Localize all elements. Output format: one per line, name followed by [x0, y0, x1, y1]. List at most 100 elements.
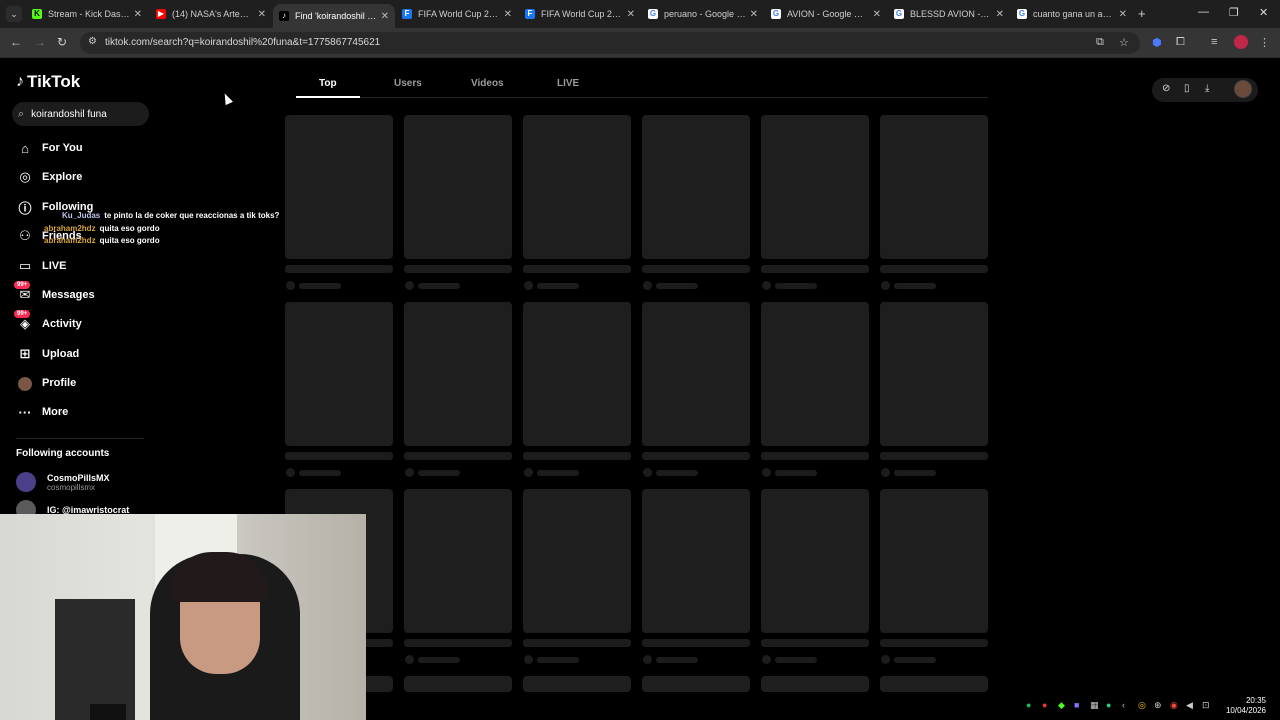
extensions-puzzle-icon[interactable]: ⧠: [1176, 36, 1185, 49]
coin-icon[interactable]: ⊘: [1162, 83, 1170, 94]
restore-icon[interactable]: ❐: [1229, 6, 1239, 19]
phone-icon[interactable]: ▯: [1184, 83, 1190, 94]
nav-more[interactable]: ··· More: [16, 403, 69, 421]
browser-profile-avatar[interactable]: [1234, 35, 1248, 49]
browser-tab-active[interactable]: ♪ Find 'koirandoshil fun ✕: [273, 4, 395, 28]
avatar-placeholder: [405, 468, 414, 477]
chevron-up-icon[interactable]: ‹: [1122, 700, 1125, 710]
close-tab-icon[interactable]: ✕: [627, 9, 635, 20]
search-box[interactable]: ⌕: [12, 102, 149, 126]
close-tab-icon[interactable]: ✕: [504, 9, 512, 20]
close-tab-icon[interactable]: ✕: [258, 9, 266, 20]
address-bar[interactable]: ⚙ tiktok.com/search?q=koirandoshil%20fun…: [80, 32, 1140, 54]
search-input[interactable]: [31, 108, 137, 120]
nav-profile[interactable]: Profile: [16, 374, 76, 392]
tab-videos[interactable]: Videos: [471, 78, 504, 89]
volume-icon[interactable]: ◀: [1186, 700, 1193, 711]
close-tab-icon[interactable]: ✕: [134, 9, 142, 20]
video-card-placeholder[interactable]: [642, 115, 750, 259]
home-icon: ⌂: [21, 140, 29, 156]
download-icon[interactable]: ⤓: [1205, 83, 1209, 94]
video-card-placeholder[interactable]: [404, 676, 512, 692]
video-card-placeholder[interactable]: [761, 489, 869, 633]
video-card-placeholder[interactable]: [880, 489, 988, 633]
nav-activity[interactable]: ◈ 99+ Activity: [14, 310, 82, 333]
close-tab-icon[interactable]: ✕: [750, 9, 758, 20]
minimize-icon[interactable]: —: [1198, 6, 1209, 18]
video-card-placeholder[interactable]: [285, 302, 393, 446]
close-tab-icon[interactable]: ✕: [381, 11, 389, 22]
video-card-placeholder[interactable]: [523, 115, 631, 259]
browser-tab[interactable]: F FIFA World Cup 2026 ✕: [396, 4, 518, 24]
video-card-placeholder[interactable]: [880, 115, 988, 259]
video-card-placeholder[interactable]: [404, 115, 512, 259]
system-clock[interactable]: 20:35 10/04/2026: [1226, 696, 1266, 716]
browser-tab[interactable]: G cuanto gana un adm ✕: [1011, 4, 1133, 24]
network-icon[interactable]: ⊡: [1202, 700, 1210, 711]
video-card-placeholder[interactable]: [761, 302, 869, 446]
video-card-placeholder[interactable]: [523, 302, 631, 446]
tiktok-logo[interactable]: ♪ TikTok: [16, 72, 80, 92]
app-icon[interactable]: ●: [1042, 700, 1047, 710]
tab-search-button[interactable]: ⌄: [6, 6, 22, 22]
browser-tab[interactable]: G AVION - Google Sear ✕: [765, 4, 887, 24]
browser-menu-icon[interactable]: ⋮: [1259, 36, 1270, 49]
tab-top[interactable]: Top: [319, 78, 337, 89]
video-card-placeholder[interactable]: [523, 676, 631, 692]
nav-for-you[interactable]: ⌂ For You: [16, 139, 82, 157]
tab-title: peruano - Google Se: [664, 9, 746, 19]
url-text[interactable]: tiktok.com/search?q=koirandoshil%20funa&…: [105, 37, 380, 48]
discord-icon[interactable]: ■: [1074, 700, 1079, 710]
video-card-placeholder[interactable]: [404, 489, 512, 633]
tray-icon[interactable]: ◉: [1170, 700, 1178, 711]
kick-tray-icon[interactable]: ◆: [1058, 700, 1065, 711]
video-card-placeholder[interactable]: [404, 302, 512, 446]
browser-tab[interactable]: K Stream - Kick Dashbo ✕: [26, 4, 148, 24]
tray-icon[interactable]: ▦: [1090, 700, 1099, 711]
close-tab-icon[interactable]: ✕: [996, 9, 1004, 20]
new-tab-icon[interactable]: +: [1138, 6, 1146, 21]
install-app-icon[interactable]: ⧉: [1096, 36, 1104, 49]
browser-tab[interactable]: G BLESSD AVION - Goo ✕: [888, 4, 1010, 24]
following-account[interactable]: CosmoPillsMX cosmopillsmx: [16, 472, 110, 492]
video-card-placeholder[interactable]: [761, 676, 869, 692]
video-card-placeholder[interactable]: [880, 676, 988, 692]
tray-icon[interactable]: ●: [1106, 700, 1111, 710]
caption-placeholder: [523, 265, 631, 273]
forward-icon[interactable]: →: [34, 35, 46, 49]
browser-tab[interactable]: F FIFA World Cup 2026 ✕: [519, 4, 641, 24]
tab-users[interactable]: Users: [394, 78, 422, 89]
video-card-placeholder[interactable]: [523, 489, 631, 633]
video-card-placeholder[interactable]: [285, 115, 393, 259]
video-card-placeholder[interactable]: [642, 302, 750, 446]
video-card-placeholder[interactable]: [642, 489, 750, 633]
video-card-placeholder[interactable]: [880, 302, 988, 446]
tray-icon[interactable]: ⊕: [1154, 700, 1162, 711]
nav-messages[interactable]: ✉ 99+ Messages: [14, 281, 95, 304]
extension-shield-icon[interactable]: ⬢: [1152, 36, 1162, 49]
following-icon: ⓘ: [18, 200, 32, 216]
video-card-placeholder[interactable]: [761, 115, 869, 259]
tray-icon[interactable]: ◎: [1138, 700, 1146, 711]
caption-placeholder: [642, 452, 750, 460]
tab-live[interactable]: LIVE: [557, 78, 579, 89]
reload-icon[interactable]: ↻: [57, 35, 67, 49]
media-control-icon[interactable]: ≡: [1211, 36, 1217, 48]
site-info-icon[interactable]: ⚙: [88, 36, 97, 47]
caption-placeholder: [642, 265, 750, 273]
account-handle: cosmopillsmx: [47, 482, 96, 492]
nav-explore[interactable]: ◎ Explore: [16, 168, 82, 186]
bookmark-star-icon[interactable]: ☆: [1119, 36, 1129, 49]
nav-live[interactable]: ▭ LIVE: [16, 257, 67, 275]
video-card-placeholder[interactable]: [642, 676, 750, 692]
browser-tab[interactable]: G peruano - Google Se ✕: [642, 4, 764, 24]
browser-tab[interactable]: ▶ (14) NASA's Artemis I ✕: [150, 4, 272, 24]
nav-upload[interactable]: ⊞ Upload: [16, 345, 80, 363]
back-icon[interactable]: ←: [10, 35, 22, 49]
unread-badge: 99+: [14, 310, 31, 318]
spotify-icon[interactable]: ●: [1026, 700, 1031, 710]
close-window-icon[interactable]: ✕: [1259, 6, 1268, 19]
close-tab-icon[interactable]: ✕: [1119, 9, 1127, 20]
user-avatar[interactable]: [1234, 80, 1252, 98]
close-tab-icon[interactable]: ✕: [873, 9, 881, 20]
